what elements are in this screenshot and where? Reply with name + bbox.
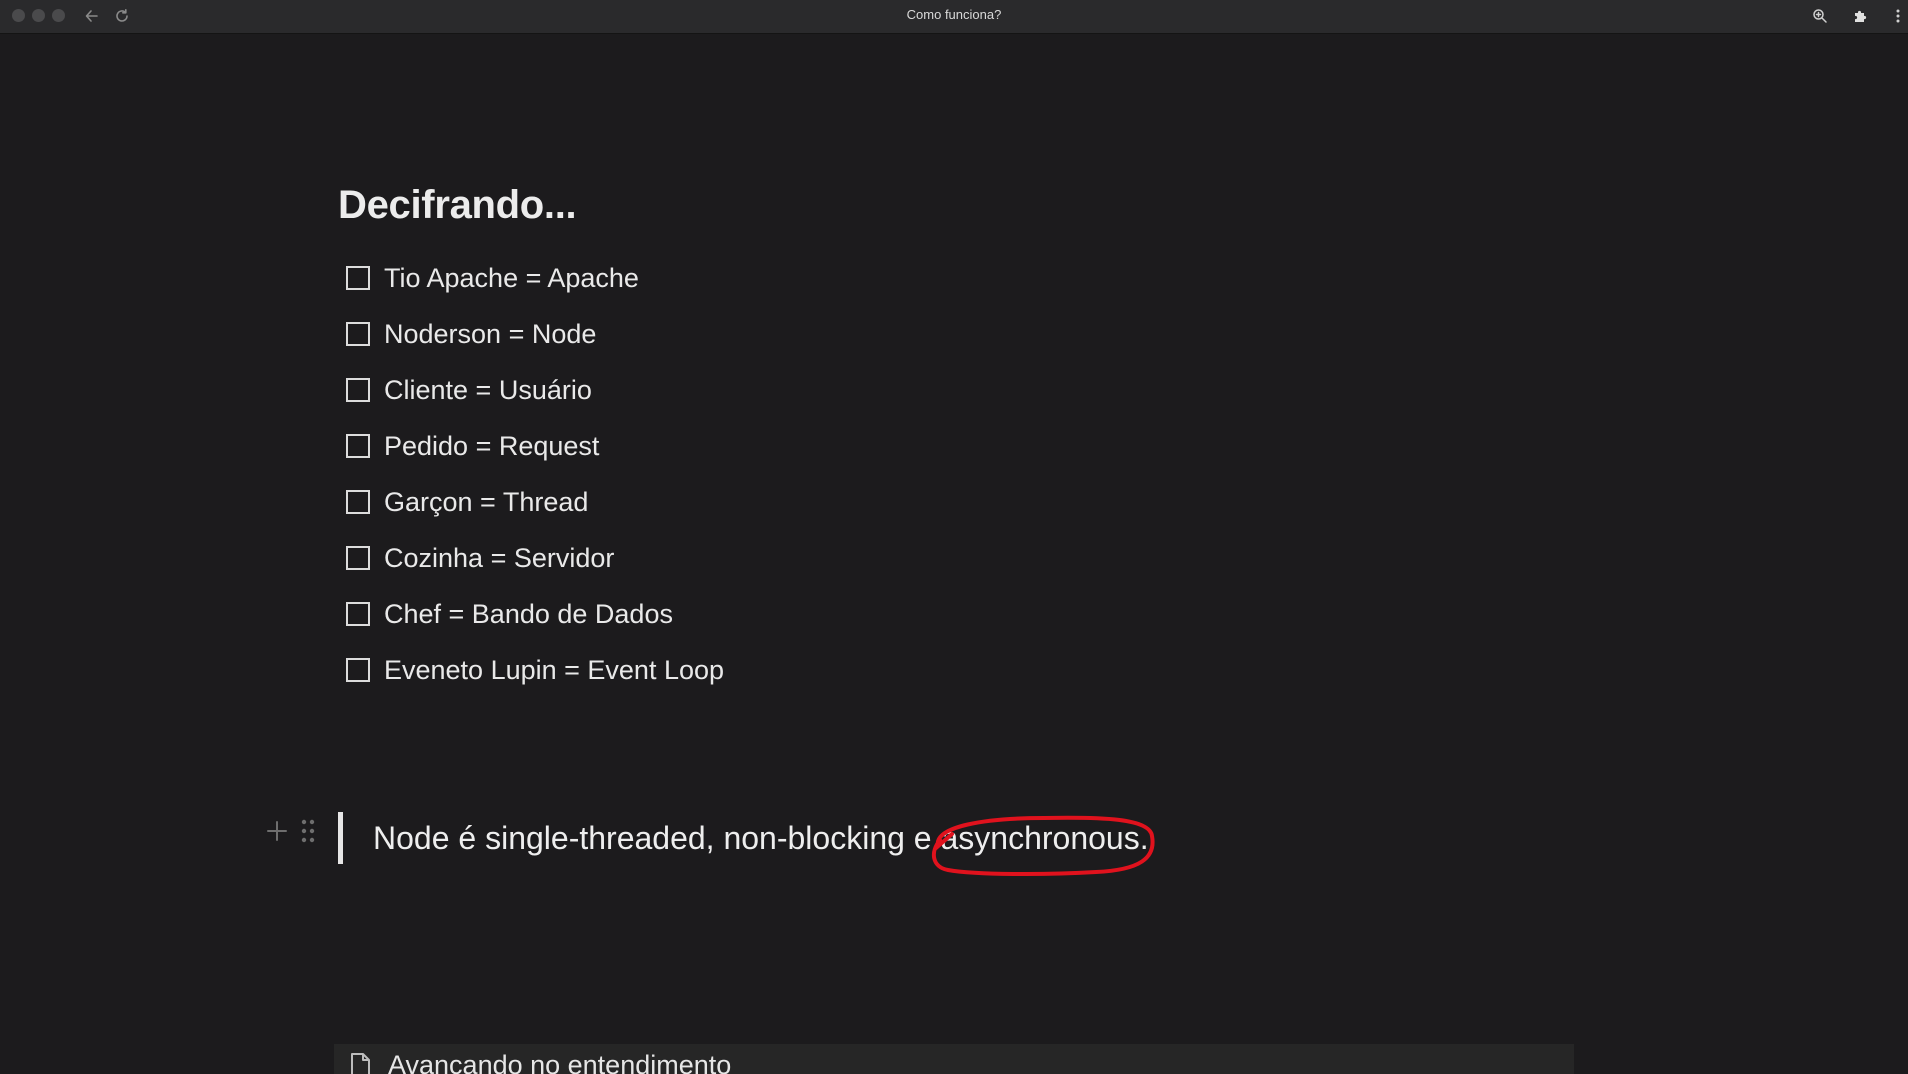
block-controls (262, 816, 318, 846)
plus-icon (267, 821, 287, 841)
highlighted-word: asynchronous. (932, 815, 1156, 876)
todo-item: Cliente = Usuário (346, 362, 724, 418)
todo-list: Tio Apache = Apache Noderson = Node Clie… (346, 250, 724, 698)
todo-label[interactable]: Noderson = Node (384, 319, 596, 350)
todo-label[interactable]: Pedido = Request (384, 431, 599, 462)
title-bar: Como funciona? (0, 0, 1908, 34)
todo-item: Pedido = Request (346, 418, 724, 474)
todo-item: Cozinha = Servidor (346, 530, 724, 586)
drag-dots-icon (301, 819, 315, 843)
todo-item: Noderson = Node (346, 306, 724, 362)
todo-checkbox[interactable] (346, 266, 370, 290)
todo-checkbox[interactable] (346, 434, 370, 458)
quote-text-main: Node é single-threaded, non-blocking e (373, 819, 941, 856)
todo-checkbox[interactable] (346, 602, 370, 626)
section-heading[interactable]: Decifrando... (338, 183, 577, 228)
quote-block[interactable]: Node é single-threaded, non-blocking e a… (338, 812, 1156, 876)
todo-label[interactable]: Chef = Bando de Dados (384, 599, 673, 630)
todo-label[interactable]: Garçon = Thread (384, 487, 588, 518)
todo-item: Garçon = Thread (346, 474, 724, 530)
todo-label[interactable]: Cozinha = Servidor (384, 543, 614, 574)
zoom-button[interactable] (1808, 4, 1832, 28)
todo-label[interactable]: Tio Apache = Apache (384, 263, 639, 294)
puzzle-icon (1855, 10, 1867, 22)
todo-checkbox[interactable] (346, 658, 370, 682)
todo-checkbox[interactable] (346, 490, 370, 514)
todo-label[interactable]: Cliente = Usuário (384, 375, 592, 406)
extensions-button[interactable] (1848, 4, 1872, 28)
drag-handle[interactable] (298, 816, 318, 846)
document-icon (346, 1050, 374, 1074)
quote-text[interactable]: Node é single-threaded, non-blocking e a… (373, 815, 1156, 876)
todo-checkbox[interactable] (346, 378, 370, 402)
subpage-link-label[interactable]: Avançando no entendimento (388, 1050, 731, 1074)
subpage-link[interactable]: Avançando no entendimento (334, 1044, 1574, 1074)
todo-item: Chef = Bando de Dados (346, 586, 724, 642)
more-vertical-icon (1896, 9, 1900, 23)
zoom-in-icon (1813, 9, 1827, 23)
todo-checkbox[interactable] (346, 322, 370, 346)
todo-item: Tio Apache = Apache (346, 250, 724, 306)
todo-label[interactable]: Eveneto Lupin = Event Loop (384, 655, 724, 686)
highlighted-text: asynchronous. (940, 819, 1149, 856)
more-menu-button[interactable] (1886, 4, 1908, 28)
window-title: Como funciona? (906, 7, 1002, 22)
todo-checkbox[interactable] (346, 546, 370, 570)
add-block-button[interactable] (262, 816, 292, 846)
app-window: Como funciona? Decifrando... Tio Apache (0, 0, 1908, 1074)
todo-item: Eveneto Lupin = Event Loop (346, 642, 724, 698)
